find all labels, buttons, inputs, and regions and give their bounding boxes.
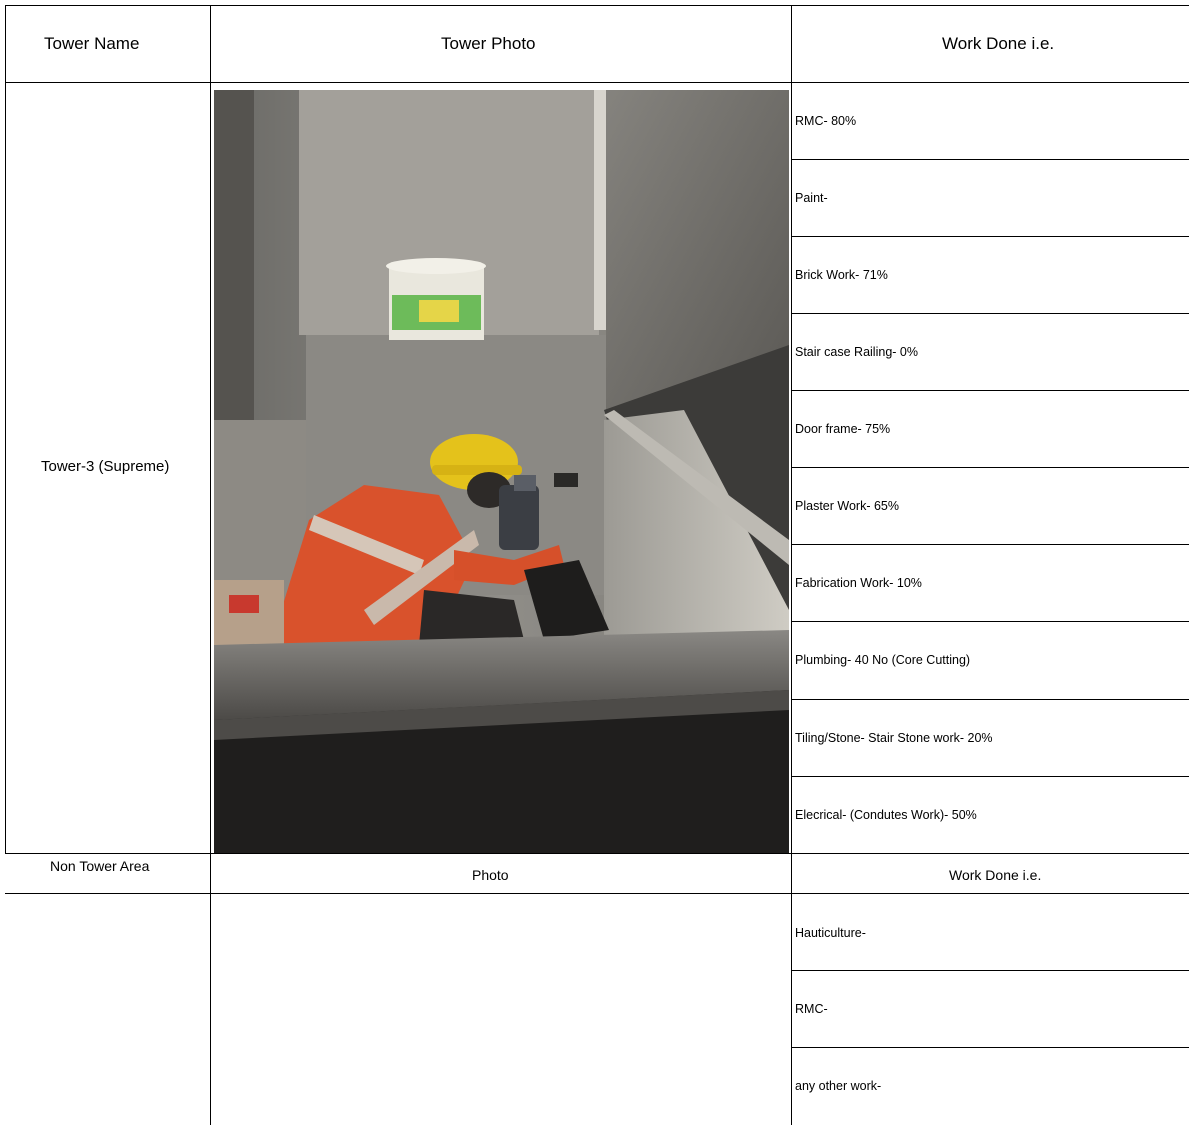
row-divider [791,159,1189,160]
header-tower-photo: Tower Photo [441,34,536,53]
work-item-paint: Paint- [795,191,828,205]
work-item-horticulture: Hauticulture- [795,926,866,940]
header-work-done-non-tower: Work Done i.e. [949,867,1042,883]
work-item-brick-work: Brick Work- 71% [795,268,888,282]
work-item-door-frame: Door frame- 75% [795,422,891,436]
non-tower-header-bottom-border [5,893,1189,894]
row-divider [791,467,1189,468]
header-photo: Photo [472,867,509,883]
row-divider [791,970,1189,971]
header-work-done: Work Done i.e. [942,34,1055,53]
row-divider [791,236,1189,237]
work-item-electrical: Elecrical- (Condutes Work)- 50% [795,808,977,822]
row-divider [791,699,1189,700]
site-photo-worker-core-cutting-icon [214,90,789,853]
column-divider-2 [791,5,792,1125]
header-tower-name: Tower Name [44,34,140,53]
tower-section-bottom-border [5,853,1189,854]
row-divider [791,1047,1189,1048]
work-item-tiling-stone: Tiling/Stone- Stair Stone work- 20% [795,731,993,745]
row-divider [791,776,1189,777]
table-top-border [5,5,1189,6]
row-divider [791,390,1189,391]
work-item-plumbing: Plumbing- 40 No (Core Cutting) [795,653,971,667]
tower-name-cell: Tower-3 (Supreme) [41,458,170,475]
column-divider-1 [210,5,211,1125]
tower-photo [214,90,789,853]
work-item-other: any other work- [795,1079,882,1093]
work-item-fabrication: Fabrication Work- 10% [795,576,922,590]
row-divider [791,313,1189,314]
header-bottom-border [5,82,1189,83]
work-item-stair-railing: Stair case Railing- 0% [795,345,918,359]
work-item-rmc: RMC- 80% [795,114,857,128]
work-item-rmc-non-tower: RMC- [795,1002,828,1016]
row-divider [791,544,1189,545]
table-left-border [5,5,6,853]
row-divider [791,621,1189,622]
work-item-plaster-work: Plaster Work- 65% [795,499,899,513]
header-non-tower-area: Non Tower Area [50,858,150,874]
